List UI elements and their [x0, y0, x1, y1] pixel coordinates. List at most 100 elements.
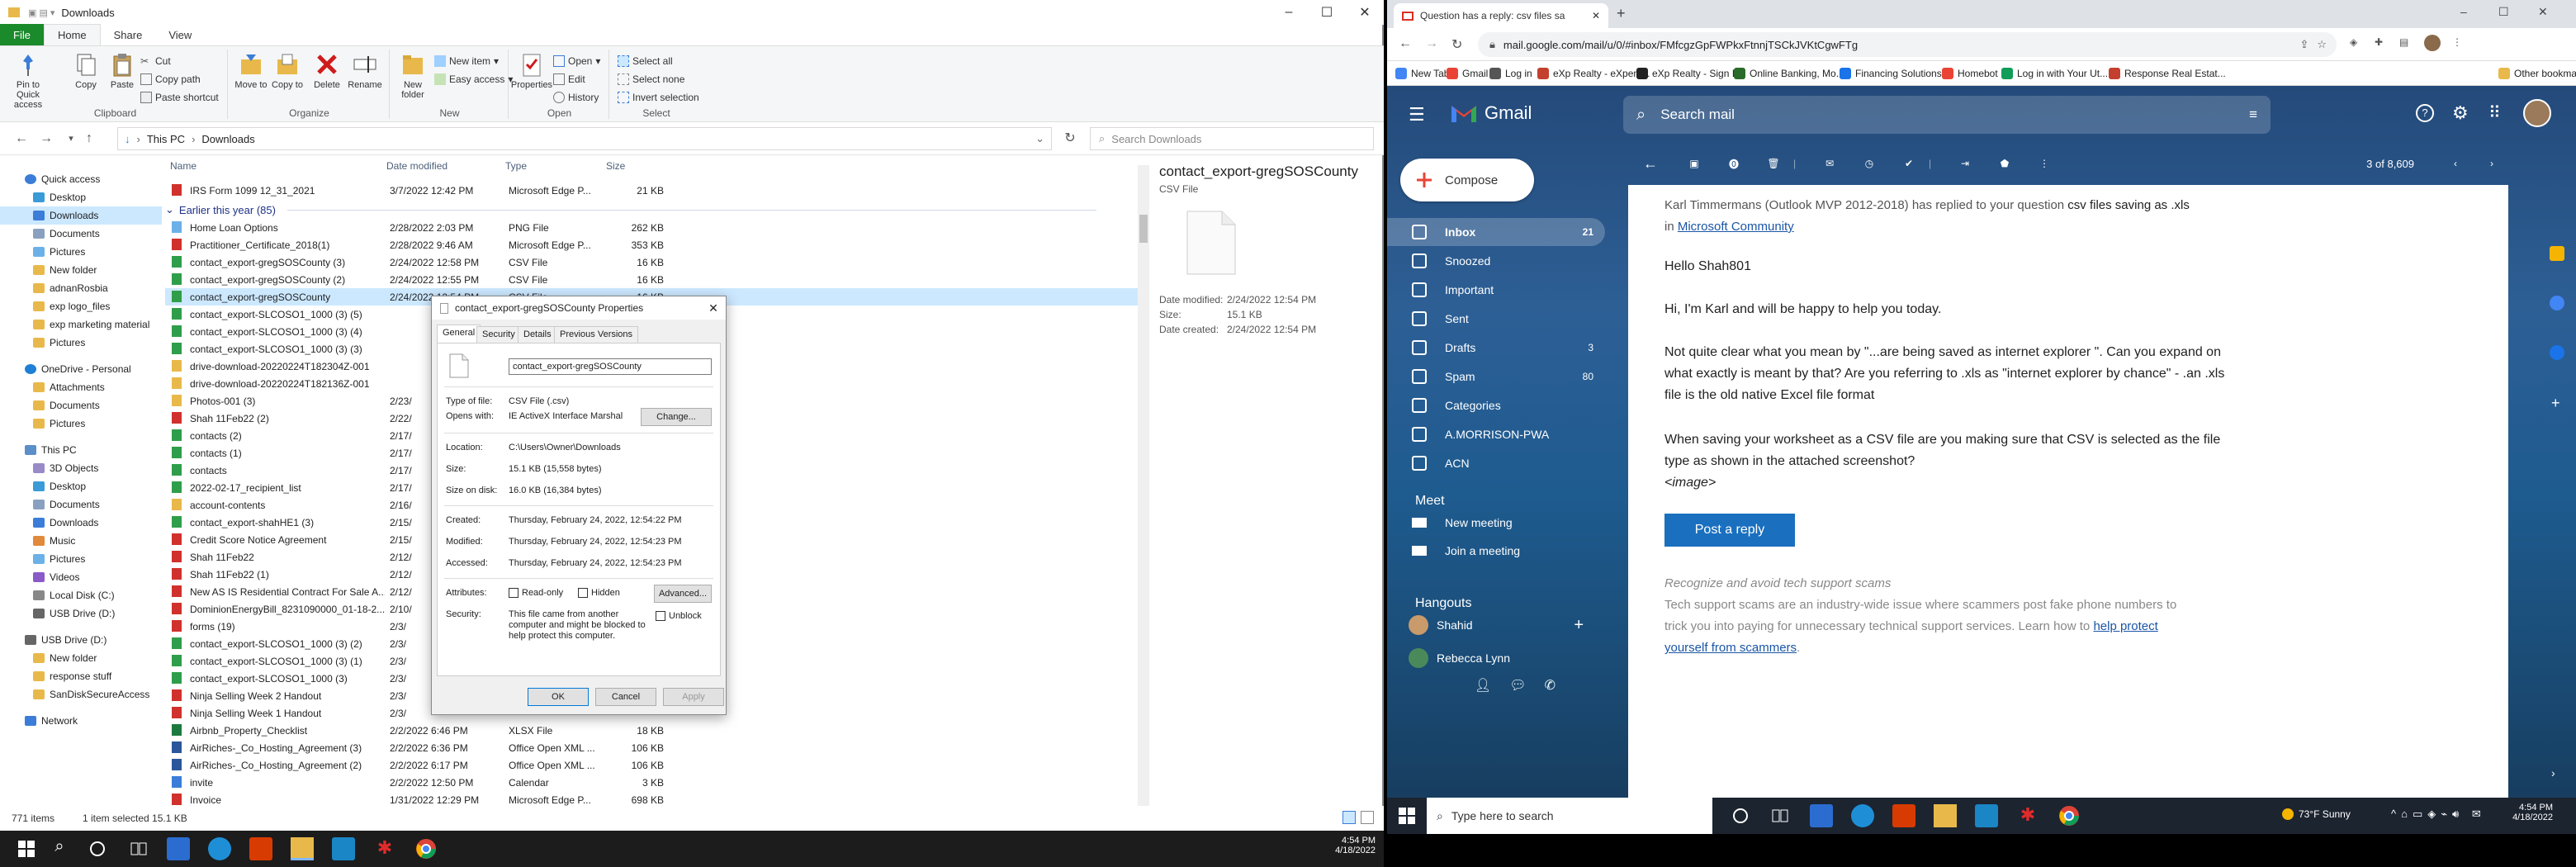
readonly-checkbox[interactable] [509, 588, 519, 598]
nav-item[interactable]: exp marketing material [0, 315, 162, 334]
cortana-circle-icon[interactable] [1729, 804, 1752, 827]
profile-avatar[interactable] [2424, 35, 2441, 51]
quick-access-toolbar[interactable]: ▣ ▤ ▾ [28, 7, 54, 18]
minimize-button[interactable]: – [1270, 0, 1308, 25]
breadcrumb-downloads[interactable]: Downloads [201, 133, 254, 145]
file-row[interactable]: Airbnb_Property_Checklist 2/2/2022 6:46 P… [165, 722, 1148, 739]
tab-details[interactable]: Details [518, 326, 557, 343]
help-icon[interactable]: ? [2416, 104, 2434, 122]
tab-share[interactable]: Share [101, 24, 156, 45]
file-row[interactable]: contact_export-gregSOSCounty (3) 2/24/202… [165, 253, 1148, 271]
gmail-nav-item[interactable]: Drafts 3 [1387, 334, 1605, 362]
office-icon[interactable] [249, 837, 272, 860]
app-x-icon[interactable]: ✱ [2016, 804, 2039, 827]
join-meeting-item[interactable]: Join a meeting [1387, 537, 1605, 565]
bookmark-item[interactable]: eXp Realty - Sign In [1636, 68, 1740, 79]
edge-icon[interactable] [1851, 804, 1874, 827]
share-icon[interactable]: ⇪ [2299, 38, 2308, 51]
tasks-icon[interactable] [2550, 296, 2564, 310]
file-row[interactable]: Home Loan Options 2/28/2022 2:03 PM PNG Fi… [165, 219, 1148, 236]
start-windows-icon[interactable] [15, 837, 38, 860]
nav-item[interactable]: Downloads [0, 514, 162, 532]
settings-gear-icon[interactable]: ⚙ [2452, 102, 2469, 124]
nav-item[interactable]: Documents [0, 396, 162, 415]
bookmark-item[interactable]: Gmail [1447, 68, 1488, 79]
file-row[interactable]: IRS Form 1099 12_31_2021 3/7/2022 12:42 P… [165, 182, 1148, 199]
nav-item[interactable]: Attachments [0, 378, 162, 396]
nav-item[interactable]: New folder [0, 649, 162, 667]
nav-item[interactable]: OneDrive - Personal [0, 360, 162, 378]
refresh-icon[interactable]: ↻ [1062, 130, 1078, 147]
taskbar-right-clock[interactable]: 4:54 PM 4/18/2022 [2507, 803, 2553, 822]
nav-item[interactable]: USB Drive (D:) [0, 604, 162, 623]
change-button[interactable]: Change... [641, 408, 712, 426]
tab-file[interactable]: File [0, 24, 44, 45]
label-icon[interactable]: ⬟ [1985, 158, 2024, 169]
microsoft-community-link[interactable]: Microsoft Community [1678, 220, 1794, 234]
app-x-icon[interactable]: ✱ [373, 837, 396, 860]
chrome-reload-icon[interactable]: ↻ [1451, 36, 1462, 53]
search-icon[interactable]: ⌕ [48, 837, 71, 860]
keep-icon[interactable] [2550, 246, 2564, 261]
file-list-scrollbar[interactable] [1138, 165, 1149, 809]
nav-item[interactable]: USB Drive (D:) [0, 631, 162, 649]
dialog-close-icon[interactable]: ✕ [701, 296, 726, 320]
nav-item[interactable]: Local Disk (C:) [0, 586, 162, 604]
nav-item[interactable]: Pictures [0, 550, 162, 568]
expand-panel-icon[interactable]: › [2551, 766, 2555, 779]
gmail-search-input[interactable]: ⌕ Search mail ≡ [1623, 96, 2271, 134]
task-view-icon[interactable] [1769, 804, 1792, 827]
apply-button[interactable]: Apply [663, 688, 724, 706]
snooze-clock-icon[interactable]: ◷ [1849, 158, 1889, 169]
chat-icon[interactable]: 💬︎ [1509, 677, 1526, 694]
select-none-button[interactable]: Select none [618, 71, 684, 88]
office-icon[interactable] [1892, 804, 1915, 827]
chrome-tab-gmail[interactable]: Question has a reply: csv files sa ✕ [1394, 3, 1608, 28]
tab-close-icon[interactable]: ✕ [1592, 10, 1600, 21]
column-size[interactable]: Size [606, 160, 625, 172]
nav-item[interactable]: 3D Objects [0, 459, 162, 477]
open-button[interactable]: Open ▾ [553, 53, 600, 69]
bookmark-item[interactable]: Financing Solutions... [1840, 68, 1950, 79]
cortana-circle-icon[interactable] [86, 837, 109, 860]
task-view-icon[interactable] [127, 837, 150, 860]
tab-previous-versions[interactable]: Previous Versions [554, 326, 639, 343]
bookmark-item[interactable]: Homebot [1942, 68, 1998, 79]
newer-chevron-icon[interactable]: ‹ [2437, 158, 2474, 169]
file-explorer-icon[interactable] [1934, 804, 1957, 827]
nav-item[interactable]: SanDiskSecureAccess [0, 685, 162, 704]
new-meeting-item[interactable]: New meeting [1387, 509, 1605, 537]
reading-list-icon[interactable]: ▤ [2399, 36, 2408, 48]
nav-item[interactable]: Pictures [0, 243, 162, 261]
history-button[interactable]: History [553, 89, 599, 106]
mail-icon[interactable] [1810, 804, 1833, 827]
cut-button[interactable]: ✂ Cut [140, 53, 171, 69]
puzzle-icon[interactable]: ✚ [2375, 36, 2383, 48]
more-options-icon[interactable]: ⋮ [2024, 158, 2064, 169]
address-dropdown-icon[interactable]: ⌄ [1035, 132, 1044, 145]
archive-icon[interactable]: ▣ [1674, 158, 1714, 169]
bookmark-item[interactable]: New Tab [1395, 68, 1449, 79]
gmail-nav-item[interactable]: Sent [1387, 305, 1605, 333]
bookmark-item[interactable]: eXp Realty - eXpent... [1537, 68, 1650, 79]
person-icon[interactable]: 👤︎ [1475, 677, 1491, 694]
chrome-close-button[interactable]: ✕ [2538, 5, 2548, 19]
store-icon[interactable] [332, 837, 355, 860]
taskbar-search-box[interactable]: ⌕ Type here to search [1427, 798, 1712, 834]
chrome-minimize-button[interactable]: – [2460, 5, 2467, 18]
contacts-icon[interactable] [2550, 345, 2564, 360]
gmail-nav-item[interactable]: ACN [1387, 449, 1605, 477]
nav-item[interactable]: adnanRosbia [0, 279, 162, 297]
invert-selection-button[interactable]: Invert selection [618, 89, 699, 106]
edge-icon[interactable] [208, 837, 231, 860]
unblock-checkbox[interactable] [656, 611, 665, 621]
search-options-icon[interactable]: ≡ [2249, 107, 2257, 123]
gmail-nav-item[interactable]: A.MORRISON-PWA [1387, 420, 1605, 448]
add-addon-icon[interactable]: + [2551, 395, 2560, 412]
new-tab-icon[interactable]: + [1617, 5, 1626, 22]
nav-item[interactable]: Videos [0, 568, 162, 586]
trash-icon[interactable]: 🗑︎ [1754, 158, 1793, 169]
move-to-icon[interactable]: ⇥ [1945, 158, 1985, 169]
scrollbar-thumb[interactable] [1139, 215, 1148, 243]
copy-path-button[interactable]: Copy path [140, 71, 201, 88]
